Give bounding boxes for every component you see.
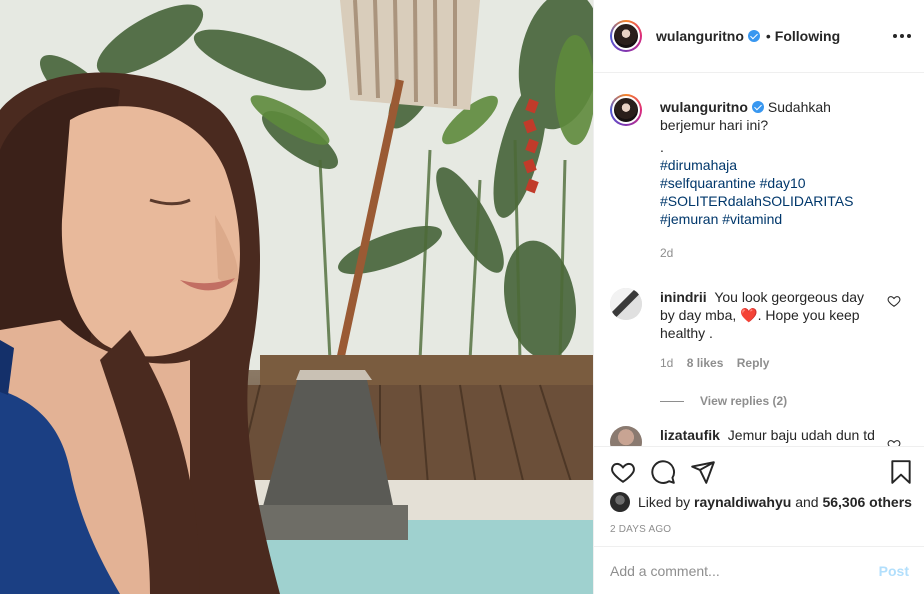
verified-badge-icon [751, 101, 764, 113]
liked-by-prefix: Liked by [638, 494, 691, 510]
likes-count-link[interactable]: 56,306 others [822, 494, 912, 510]
liker-avatar[interactable] [610, 492, 630, 512]
hashtag-link[interactable]: #dirumahaja [660, 156, 880, 174]
commenter-avatar[interactable] [610, 426, 642, 446]
following-button[interactable]: Following [775, 28, 840, 44]
post-sidebar: wulanguritno • Following wulanguritno Sud… [593, 0, 924, 594]
caption-dot: . [660, 139, 664, 155]
liked-by: Liked by raynaldiwahyu and 56,306 others [610, 492, 912, 512]
comment-meta: 1d 8 likes Reply [660, 354, 880, 372]
save-bookmark-icon[interactable] [888, 459, 914, 485]
red-heart-emoji: ❤️ [740, 307, 758, 323]
caption-author-username[interactable]: wulanguritno [660, 99, 748, 115]
post-comment-button[interactable]: Post [879, 563, 909, 579]
author-avatar[interactable] [610, 20, 642, 52]
liker-username[interactable]: raynaldiwahyu [694, 494, 791, 510]
hashtag-link[interactable]: #SOLITERdalahSOLIDARITAS [660, 192, 880, 210]
comments-section[interactable]: wulanguritno Sudahkah berjemur hari ini? … [594, 74, 924, 446]
post-photo[interactable] [0, 0, 593, 594]
hashtag-link[interactable]: #selfquarantine #day10 [660, 174, 880, 192]
share-send-icon[interactable] [690, 459, 716, 485]
view-replies-label: View replies (2) [700, 394, 788, 408]
comment-item: lizataufik Jemur baju udah dun td pagi 😂 [610, 426, 909, 446]
comment-age[interactable]: 1d [660, 356, 673, 370]
caption: wulanguritno Sudahkah berjemur hari ini? … [610, 74, 909, 262]
comment-input[interactable] [610, 562, 879, 579]
post-timestamp[interactable]: 2 DAYS AGO [610, 524, 671, 535]
caption-hashtags: #dirumahaja #selfquarantine #day10 #SOLI… [660, 156, 880, 228]
view-replies-button[interactable]: View replies (2) [660, 394, 909, 408]
commenter-avatar[interactable] [610, 288, 642, 320]
caption-age[interactable]: 2d [660, 244, 880, 262]
commenter-username[interactable]: lizataufik [660, 427, 720, 443]
photo-illustration [0, 0, 593, 594]
like-heart-icon[interactable] [610, 459, 636, 485]
replies-divider [660, 400, 684, 402]
more-options-icon[interactable] [891, 26, 913, 46]
hashtag-link[interactable]: #jemuran #vitamind [660, 210, 880, 228]
comment-likes[interactable]: 8 likes [687, 356, 724, 370]
like-comment-heart-icon[interactable] [887, 294, 901, 308]
liked-by-and: and [795, 494, 819, 510]
reply-button[interactable]: Reply [737, 356, 770, 370]
verified-badge-icon [747, 30, 760, 42]
comment-bubble-icon[interactable] [650, 459, 676, 485]
separator-dot: • [765, 28, 771, 44]
add-comment-bar: Post [594, 546, 924, 594]
caption-author-avatar[interactable] [610, 94, 642, 126]
post-header: wulanguritno • Following [594, 0, 924, 73]
commenter-username[interactable]: inindrii [660, 289, 707, 305]
like-comment-heart-icon[interactable] [887, 438, 901, 446]
author-username[interactable]: wulanguritno [656, 28, 744, 44]
post-actions: Liked by raynaldiwahyu and 56,306 others… [594, 446, 924, 546]
comment-item: inindrii You look georgeous day by day m… [610, 282, 909, 372]
